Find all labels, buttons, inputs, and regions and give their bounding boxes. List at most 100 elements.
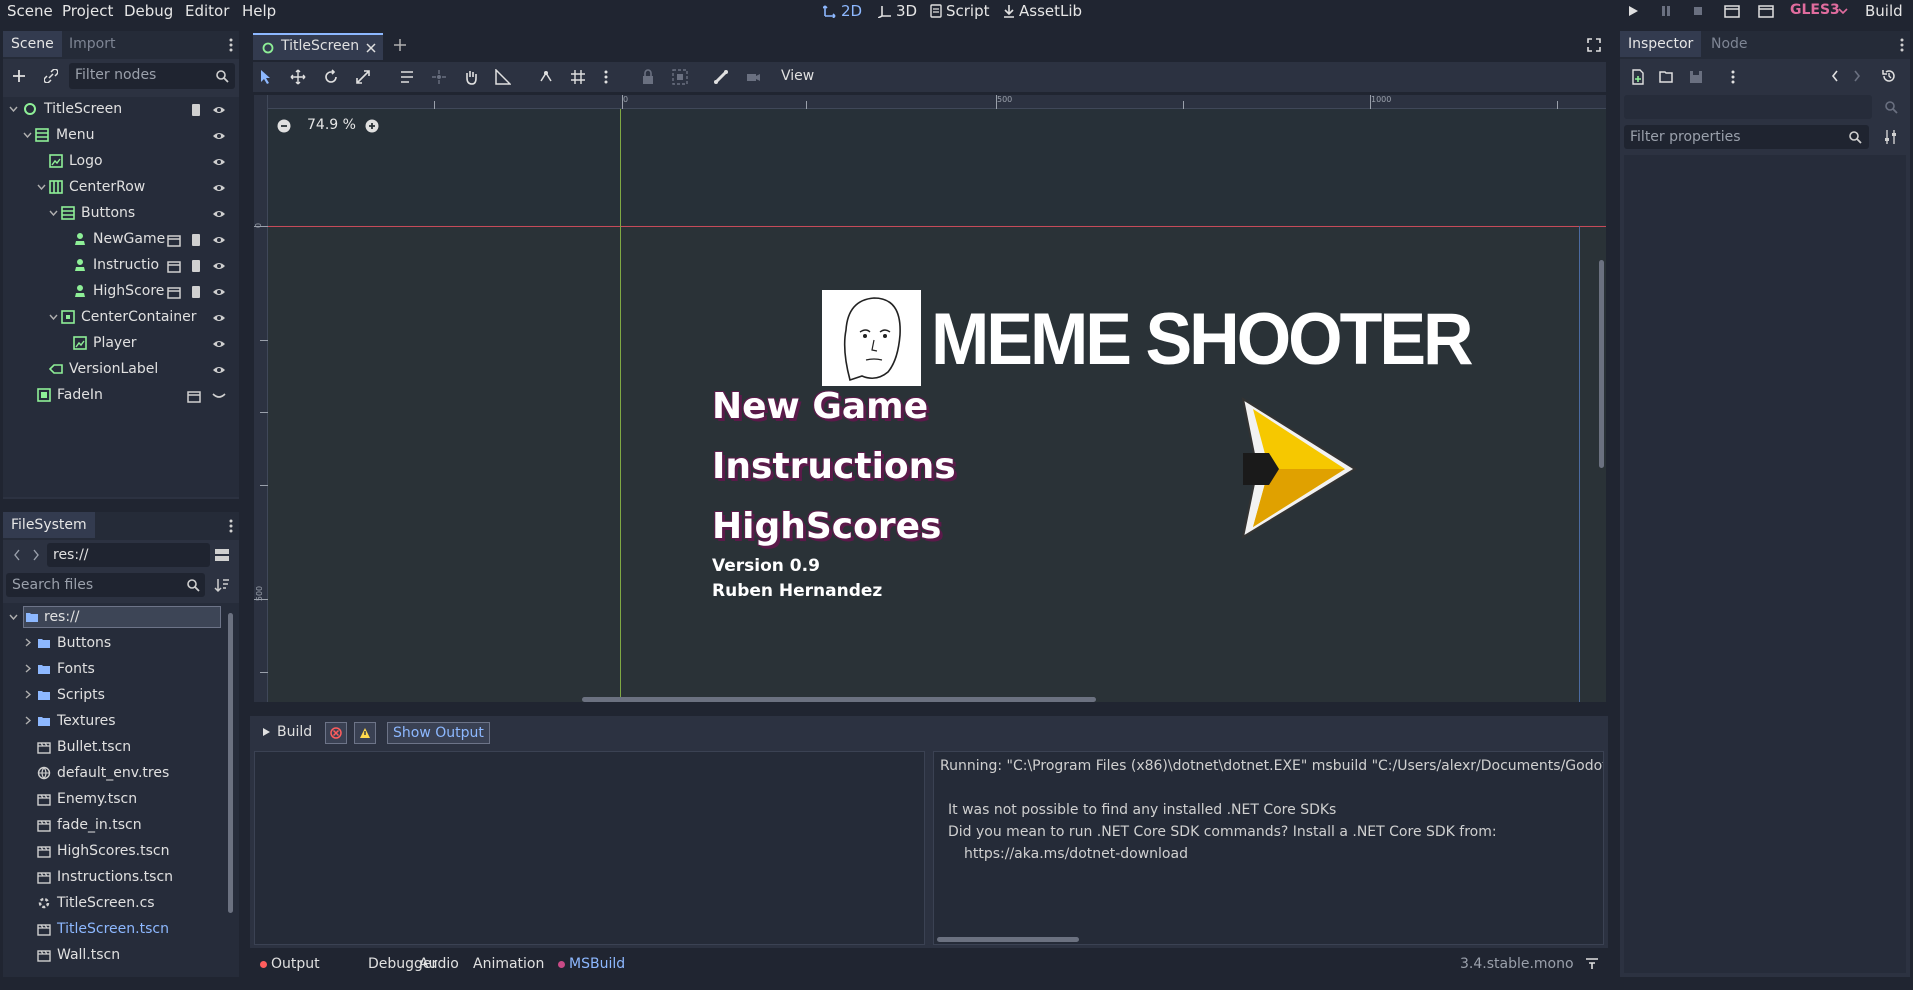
kebab-menu-icon[interactable] xyxy=(1900,38,1904,52)
zoom-out-icon[interactable] xyxy=(277,119,291,133)
path-input[interactable]: res:// xyxy=(47,543,210,567)
viewport-v-scrollbar[interactable] xyxy=(1599,260,1604,468)
object-history-search-icon[interactable] xyxy=(1884,100,1898,114)
scale-mode-icon[interactable] xyxy=(355,69,371,85)
instructions-button[interactable]: Instructions xyxy=(712,446,956,487)
menu-help[interactable]: Help xyxy=(242,2,276,20)
object-path-field[interactable] xyxy=(1624,95,1872,119)
pivot-mode-icon[interactable] xyxy=(431,69,447,85)
audio-tab[interactable]: Audio xyxy=(419,956,459,972)
kebab-menu-icon[interactable] xyxy=(604,69,608,85)
group-icon[interactable] xyxy=(672,69,688,85)
renderer-select[interactable]: GLES3 xyxy=(1790,2,1840,18)
filter-properties-input[interactable]: Filter properties xyxy=(1624,125,1869,149)
tab-scene[interactable]: Scene xyxy=(3,31,62,57)
sort-icon[interactable] xyxy=(214,577,230,593)
save-icon[interactable] xyxy=(1689,70,1703,84)
rotate-mode-icon[interactable] xyxy=(323,69,339,85)
visibility-closed-icon[interactable] xyxy=(212,389,226,403)
chevron-right-icon[interactable] xyxy=(25,690,31,699)
workspace-3d-button[interactable]: 3D xyxy=(878,2,917,20)
kebab-menu-icon[interactable] xyxy=(229,519,233,533)
ruler-icon[interactable] xyxy=(495,69,511,85)
back-icon[interactable] xyxy=(1831,70,1839,82)
close-icon[interactable] xyxy=(366,43,376,53)
visibility-eye-icon[interactable] xyxy=(212,155,226,169)
instanced-scene-icon[interactable] xyxy=(167,259,181,273)
workspace-2d-button[interactable]: 2D xyxy=(823,2,862,20)
smart-snap-icon[interactable] xyxy=(538,69,554,85)
errors-filter-button[interactable] xyxy=(325,722,347,744)
visibility-eye-icon[interactable] xyxy=(212,363,226,377)
instanced-scene-icon[interactable] xyxy=(167,233,181,247)
select-mode-icon[interactable] xyxy=(259,69,273,85)
instanced-scene-icon[interactable] xyxy=(187,389,201,403)
menu-scene[interactable]: Scene xyxy=(7,2,53,20)
chevron-down-icon[interactable] xyxy=(9,106,18,112)
lock-icon[interactable] xyxy=(641,69,655,85)
history-icon[interactable] xyxy=(1882,69,1896,83)
chevron-down-icon[interactable] xyxy=(49,210,58,216)
pan-hand-icon[interactable] xyxy=(463,69,479,85)
visibility-eye-icon[interactable] xyxy=(212,311,226,325)
visibility-eye-icon[interactable] xyxy=(212,259,226,273)
forward-icon[interactable] xyxy=(32,549,40,561)
kebab-menu-icon[interactable] xyxy=(229,38,233,52)
build-button[interactable]: Build xyxy=(1865,2,1903,20)
msbuild-tab[interactable]: MSBuild xyxy=(558,956,625,972)
play-scene-icon[interactable] xyxy=(1723,3,1741,19)
link-icon[interactable] xyxy=(44,69,58,83)
canvas-viewport[interactable]: 0 500 1000 0 500 74.9 % MEME xyxy=(254,95,1606,702)
stop-icon[interactable] xyxy=(1689,3,1707,19)
visibility-eye-icon[interactable] xyxy=(212,207,226,221)
warnings-filter-button[interactable] xyxy=(354,722,376,744)
chevron-down-icon[interactable] xyxy=(9,614,18,620)
visibility-eye-icon[interactable] xyxy=(212,285,226,299)
workspace-assetlib-button[interactable]: AssetLib xyxy=(1003,2,1082,20)
menu-debug[interactable]: Debug xyxy=(124,2,173,20)
instanced-scene-icon[interactable] xyxy=(167,285,181,299)
filter-nodes-input[interactable]: Filter nodes xyxy=(69,63,235,89)
build-issues-list[interactable] xyxy=(254,751,925,945)
animation-tab[interactable]: Animation xyxy=(473,956,544,972)
zoom-in-icon[interactable] xyxy=(365,119,379,133)
tab-node[interactable]: Node xyxy=(1703,31,1756,57)
menu-project[interactable]: Project xyxy=(62,2,113,20)
forward-icon[interactable] xyxy=(1853,70,1861,82)
visibility-eye-icon[interactable] xyxy=(212,181,226,195)
chevron-down-icon[interactable] xyxy=(49,314,58,320)
script-icon[interactable] xyxy=(190,233,202,247)
script-icon[interactable] xyxy=(190,103,202,117)
split-view-icon[interactable] xyxy=(214,548,230,562)
file-tree-scrollbar[interactable] xyxy=(228,613,233,913)
tab-inspector[interactable]: Inspector xyxy=(1620,31,1702,57)
new-game-button[interactable]: New Game xyxy=(712,386,928,427)
search-files-input[interactable]: Search files xyxy=(6,573,205,597)
back-icon[interactable] xyxy=(13,549,21,561)
settings-sliders-icon[interactable] xyxy=(1883,129,1899,145)
menu-editor[interactable]: Editor xyxy=(185,2,229,20)
workspace-script-button[interactable]: Script xyxy=(930,2,990,20)
tab-titlescreen[interactable]: TitleScreen xyxy=(253,33,383,60)
add-node-icon[interactable] xyxy=(12,69,26,83)
play-icon[interactable] xyxy=(1624,3,1642,19)
script-icon[interactable] xyxy=(190,259,202,273)
new-resource-icon[interactable] xyxy=(1631,69,1645,85)
chevron-right-icon[interactable] xyxy=(25,716,31,725)
distraction-free-icon[interactable] xyxy=(1587,38,1601,52)
play-custom-scene-icon[interactable] xyxy=(1757,3,1775,19)
visibility-eye-icon[interactable] xyxy=(212,233,226,247)
add-tab-icon[interactable] xyxy=(393,38,407,52)
zoom-level[interactable]: 74.9 % xyxy=(307,117,356,133)
view-menu-button[interactable]: View xyxy=(781,68,814,84)
tab-import[interactable]: Import xyxy=(61,31,123,57)
skeleton-bone-icon[interactable] xyxy=(713,69,729,85)
show-output-button[interactable]: Show Output xyxy=(387,722,490,744)
log-h-scrollbar[interactable] xyxy=(937,937,1079,942)
chevron-down-icon[interactable] xyxy=(37,184,46,190)
grid-snap-icon[interactable] xyxy=(570,69,586,85)
highscores-button[interactable]: HighScores xyxy=(712,506,941,547)
expand-panel-icon[interactable] xyxy=(1585,958,1599,970)
move-mode-icon[interactable] xyxy=(290,69,306,85)
viewport-h-scrollbar[interactable] xyxy=(582,697,1096,702)
